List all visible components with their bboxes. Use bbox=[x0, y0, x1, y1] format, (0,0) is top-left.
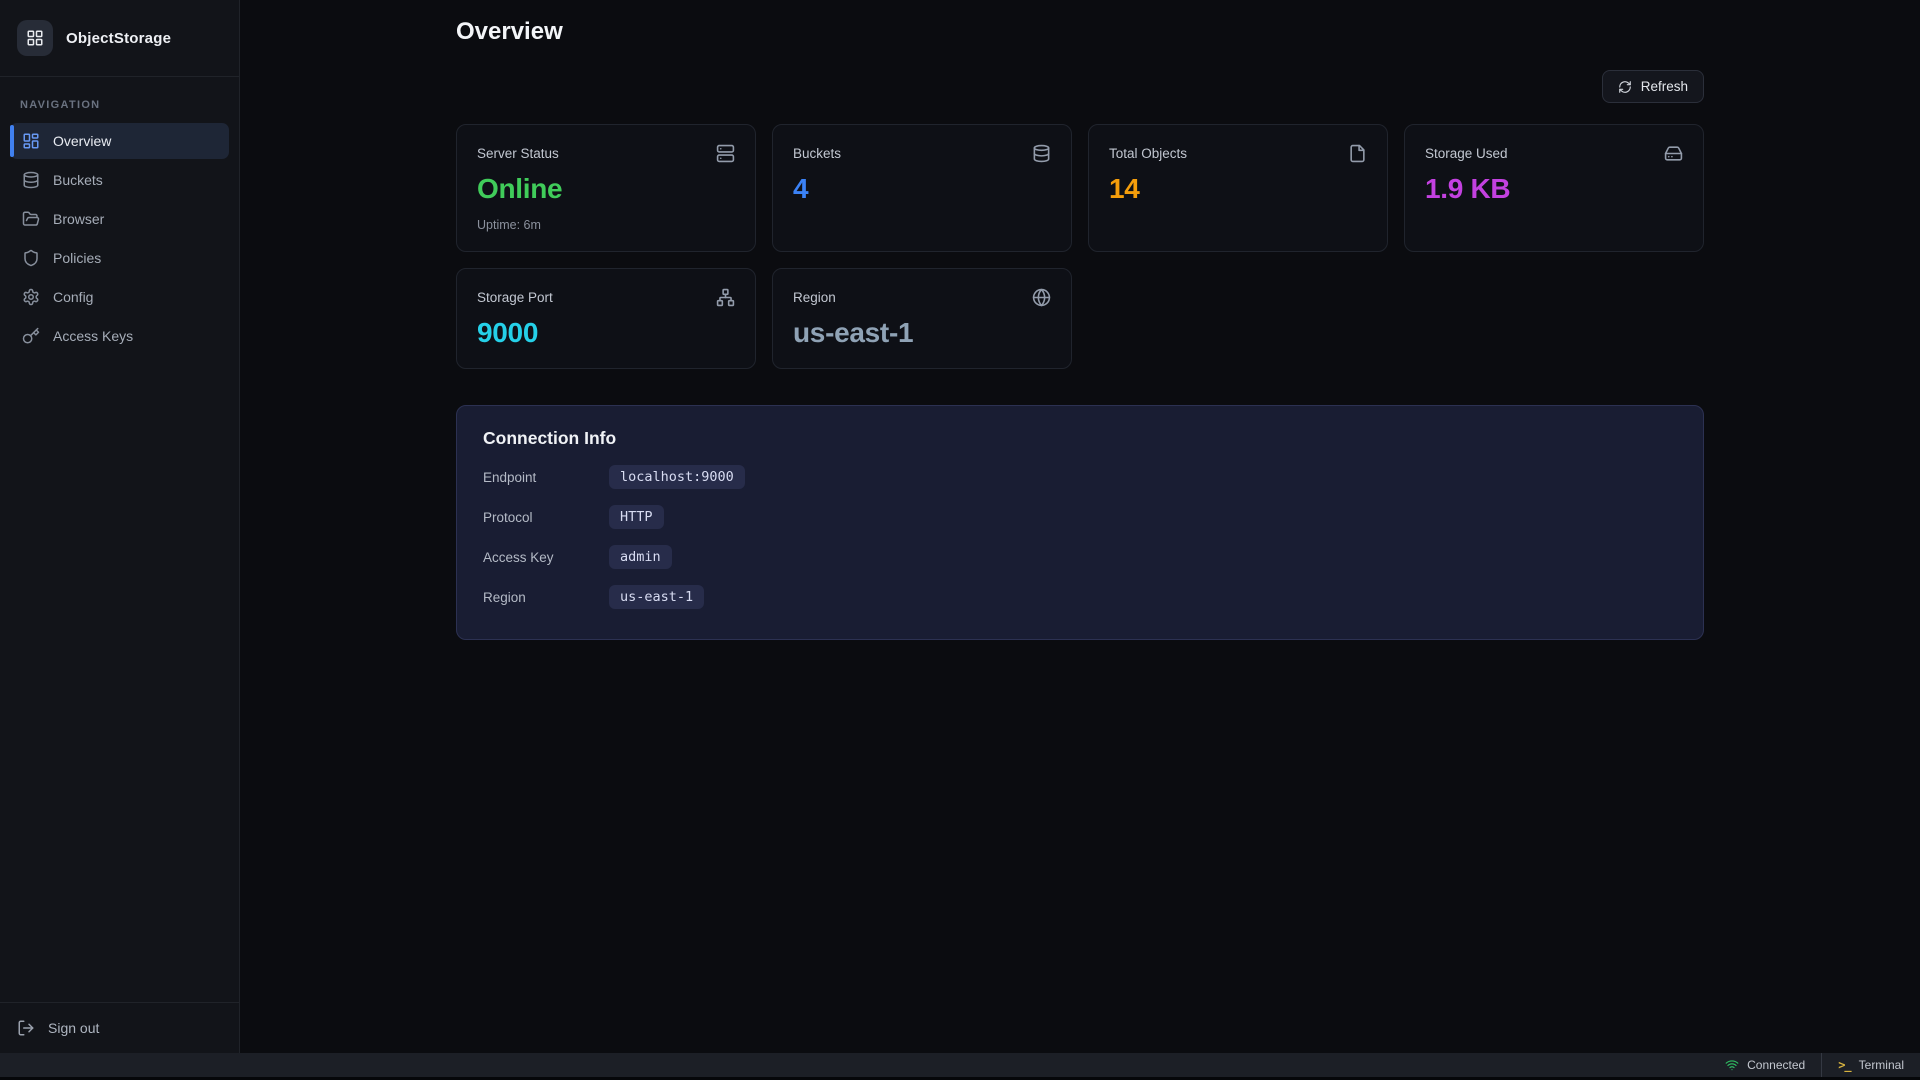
database-icon bbox=[22, 171, 40, 189]
terminal-icon: >_ bbox=[1838, 1058, 1850, 1072]
stat-value: us-east-1 bbox=[793, 317, 1051, 349]
terminal-label: Terminal bbox=[1859, 1058, 1904, 1072]
stat-value: 14 bbox=[1109, 173, 1367, 205]
connection-info-title: Connection Info bbox=[483, 428, 1677, 449]
stat-value: Online bbox=[477, 173, 735, 205]
database-icon bbox=[1032, 144, 1051, 163]
stat-value: 9000 bbox=[477, 317, 735, 349]
stat-label: Buckets bbox=[793, 146, 841, 161]
refresh-button[interactable]: Refresh bbox=[1602, 70, 1704, 103]
sidebar-item-access-keys[interactable]: Access Keys bbox=[10, 318, 229, 354]
stat-card-total-objects: Total Objects 14 bbox=[1088, 124, 1388, 252]
stat-card-storage-used: Storage Used 1.9 KB bbox=[1404, 124, 1704, 252]
stat-value: 1.9 KB bbox=[1425, 173, 1683, 205]
sidebar-item-overview[interactable]: Overview bbox=[10, 123, 229, 159]
stat-subtext: Uptime: 6m bbox=[477, 218, 735, 232]
stat-value: 4 bbox=[793, 173, 1051, 205]
app-title: ObjectStorage bbox=[66, 30, 171, 47]
connection-row-endpoint: Endpoint localhost:9000 bbox=[483, 465, 1677, 489]
refresh-icon bbox=[1618, 80, 1632, 94]
stat-card-region: Region us-east-1 bbox=[772, 268, 1072, 369]
sidebar: ObjectStorage NAVIGATION Overview Bucket… bbox=[0, 0, 240, 1053]
sidebar-item-label: Access Keys bbox=[53, 328, 133, 344]
connection-row-access-key: Access Key admin bbox=[483, 545, 1677, 569]
app-window: ObjectStorage NAVIGATION Overview Bucket… bbox=[0, 0, 1920, 1053]
sidebar-item-browser[interactable]: Browser bbox=[10, 201, 229, 237]
logout-icon bbox=[17, 1019, 35, 1037]
connection-row-label: Access Key bbox=[483, 550, 609, 565]
sidebar-item-label: Browser bbox=[53, 211, 104, 227]
stat-label: Region bbox=[793, 290, 836, 305]
connection-row-label: Endpoint bbox=[483, 470, 609, 485]
sidebar-item-label: Config bbox=[53, 289, 93, 305]
app-logo: ObjectStorage bbox=[0, 0, 239, 77]
hard-drive-icon bbox=[1664, 144, 1683, 163]
sidebar-item-buckets[interactable]: Buckets bbox=[10, 162, 229, 198]
globe-icon bbox=[1032, 288, 1051, 307]
folder-open-icon bbox=[22, 210, 40, 228]
connection-row-value: localhost:9000 bbox=[609, 465, 745, 489]
sidebar-item-policies[interactable]: Policies bbox=[10, 240, 229, 276]
refresh-label: Refresh bbox=[1641, 79, 1688, 94]
network-icon bbox=[716, 288, 735, 307]
connection-row-value: admin bbox=[609, 545, 672, 569]
sidebar-item-label: Overview bbox=[53, 133, 111, 149]
status-bar: Connected >_ Terminal bbox=[0, 1053, 1920, 1080]
connection-row-region: Region us-east-1 bbox=[483, 585, 1677, 609]
dashboard-icon bbox=[22, 132, 40, 150]
sign-out-button[interactable]: Sign out bbox=[17, 1019, 222, 1037]
connection-status-label: Connected bbox=[1747, 1058, 1805, 1072]
grid-icon bbox=[17, 20, 53, 56]
stat-label: Storage Used bbox=[1425, 146, 1508, 161]
sidebar-nav: NAVIGATION Overview Buckets Browser Poli… bbox=[0, 77, 239, 365]
stat-card-buckets: Buckets 4 bbox=[772, 124, 1072, 252]
connection-info-panel: Connection Info Endpoint localhost:9000 … bbox=[456, 405, 1704, 640]
sidebar-item-config[interactable]: Config bbox=[10, 279, 229, 315]
stat-label: Total Objects bbox=[1109, 146, 1187, 161]
gear-icon bbox=[22, 288, 40, 306]
main-area: Overview Refresh Server Status Online Up… bbox=[240, 0, 1920, 1053]
wifi-icon bbox=[1725, 1058, 1739, 1072]
stat-label: Storage Port bbox=[477, 290, 553, 305]
nav-section-label: NAVIGATION bbox=[20, 99, 219, 111]
sidebar-item-label: Policies bbox=[53, 250, 101, 266]
stat-card-storage-port: Storage Port 9000 bbox=[456, 268, 756, 369]
key-icon bbox=[22, 327, 40, 345]
connection-row-value: us-east-1 bbox=[609, 585, 704, 609]
sidebar-footer: Sign out bbox=[0, 1002, 239, 1053]
sign-out-label: Sign out bbox=[48, 1020, 99, 1036]
connection-status: Connected bbox=[1709, 1053, 1821, 1077]
connection-row-value: HTTP bbox=[609, 505, 664, 529]
page-title: Overview bbox=[456, 18, 1704, 46]
file-icon bbox=[1348, 144, 1367, 163]
toolbar: Refresh bbox=[456, 70, 1704, 103]
terminal-toggle[interactable]: >_ Terminal bbox=[1821, 1053, 1920, 1077]
stat-label: Server Status bbox=[477, 146, 559, 161]
connection-row-label: Protocol bbox=[483, 510, 609, 525]
connection-row-label: Region bbox=[483, 590, 609, 605]
sidebar-item-label: Buckets bbox=[53, 172, 103, 188]
server-icon bbox=[716, 144, 735, 163]
connection-row-protocol: Protocol HTTP bbox=[483, 505, 1677, 529]
stats-grid: Server Status Online Uptime: 6m Buckets … bbox=[456, 124, 1704, 369]
shield-icon bbox=[22, 249, 40, 267]
stat-card-server-status: Server Status Online Uptime: 6m bbox=[456, 124, 756, 252]
